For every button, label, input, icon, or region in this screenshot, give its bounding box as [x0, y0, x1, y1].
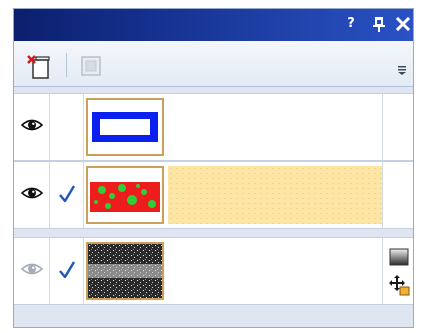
pin-icon: [373, 17, 385, 32]
move-layer-icon[interactable]: [388, 274, 410, 296]
layer-extras-cell: [382, 238, 413, 304]
layer-thumbnail-cell[interactable]: [84, 162, 168, 228]
visibility-toggle[interactable]: [14, 238, 50, 304]
checkmark-icon: [59, 261, 76, 279]
eye-icon: [21, 187, 43, 199]
visibility-toggle[interactable]: [14, 94, 50, 160]
blue-rectangle-thumbnail: [88, 100, 162, 154]
layer-name-cell[interactable]: [168, 94, 382, 160]
layer-mask-icon[interactable]: [389, 248, 409, 266]
eye-dimmed-icon: [21, 263, 43, 275]
layer-thumbnail: [86, 98, 164, 156]
close-icon: [395, 16, 411, 32]
panel-menu-button[interactable]: [397, 63, 407, 75]
grayscale-noise-thumbnail: [88, 244, 162, 298]
mask-button-disabled[interactable]: [80, 55, 102, 77]
help-button[interactable]: ?: [342, 14, 360, 34]
toolbar: [14, 41, 413, 87]
layer-thumbnail: [86, 242, 164, 300]
new-layer-icon: [27, 55, 50, 79]
pin-button[interactable]: [370, 14, 388, 34]
checkmark-icon: [59, 185, 76, 203]
mask-add-icon: [81, 56, 101, 76]
layer-thumbnail: [86, 166, 164, 224]
layer-thumbnail-cell[interactable]: [84, 238, 168, 304]
menu-icon: [398, 66, 406, 75]
link-toggle[interactable]: [50, 94, 84, 160]
selection-highlight: [168, 166, 382, 224]
link-toggle[interactable]: [50, 162, 84, 228]
layer-extras-cell: [382, 162, 413, 228]
visibility-toggle[interactable]: [14, 162, 50, 228]
layer-extras-cell: [382, 94, 413, 160]
layer-row[interactable]: [14, 93, 413, 161]
layer-row[interactable]: [14, 161, 413, 229]
layers-panel: ?: [13, 8, 414, 328]
close-button[interactable]: [394, 14, 412, 34]
layer-row[interactable]: [14, 237, 413, 305]
new-layer-button[interactable]: [26, 54, 52, 80]
eye-icon: [21, 119, 43, 131]
layer-name-cell[interactable]: [168, 238, 382, 304]
toolbar-separator: [66, 53, 67, 77]
title-bar[interactable]: ?: [14, 9, 413, 41]
layer-name-cell[interactable]: [168, 162, 382, 228]
link-toggle[interactable]: [50, 238, 84, 304]
layer-thumbnail-cell[interactable]: [84, 94, 168, 160]
red-green-thumbnail: [88, 168, 162, 222]
